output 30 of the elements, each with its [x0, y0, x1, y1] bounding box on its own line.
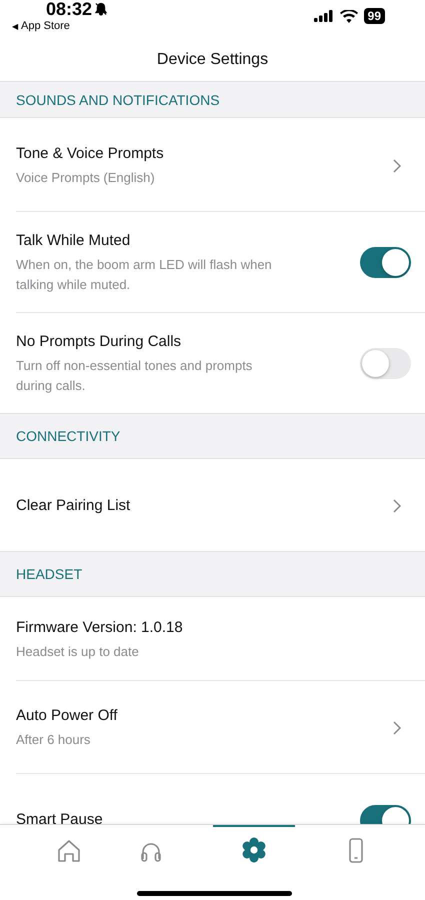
- section-header: SOUNDS AND NOTIFICATIONS: [0, 82, 425, 118]
- setting-title[interactable]: No Prompts During Calls: [16, 332, 348, 352]
- setting-title[interactable]: Talk While Muted: [16, 231, 348, 251]
- setting-title[interactable]: Auto Power Off: [16, 706, 381, 726]
- back-link[interactable]: App Store: [21, 20, 70, 32]
- muted-bell-icon: [94, 2, 108, 16]
- chevron-icon[interactable]: [393, 720, 401, 734]
- setting-title[interactable]: Smart Pause: [16, 810, 348, 824]
- setting-description: When on, the boom arm LED will flash when talking while muted.: [16, 256, 273, 294]
- home-icon: [56, 837, 82, 863]
- chevron-icon[interactable]: [393, 158, 401, 172]
- setting-title[interactable]: Tone & Voice Prompts: [16, 144, 381, 164]
- screen-title: Device Settings: [156, 50, 268, 68]
- toggle-switch[interactable]: [360, 247, 411, 278]
- chevron-icon[interactable]: [393, 499, 401, 513]
- wifi-icon: [340, 10, 358, 22]
- setting-description: Turn off non-essential tones and prompts during calls.: [16, 357, 254, 395]
- settings-icon: [240, 837, 267, 863]
- setting-title: Firmware Version: 1.0.18: [16, 618, 184, 638]
- section-header: CONNECTIVITY: [0, 414, 425, 459]
- battery-level: 99: [364, 8, 385, 24]
- setting-description: After 6 hours: [16, 730, 92, 749]
- section-header: HEADSET: [0, 552, 425, 597]
- setting-description: Headset is up to date: [16, 642, 140, 661]
- toggle-switch[interactable]: [360, 348, 411, 379]
- setting-description: Voice Prompts (English): [16, 168, 156, 187]
- clock-time: 08:32: [46, 0, 92, 19]
- setting-title[interactable]: Clear Pairing List: [16, 496, 381, 516]
- signal-icon: [314, 10, 334, 22]
- back-arrow[interactable]: ◀: [12, 22, 18, 30]
